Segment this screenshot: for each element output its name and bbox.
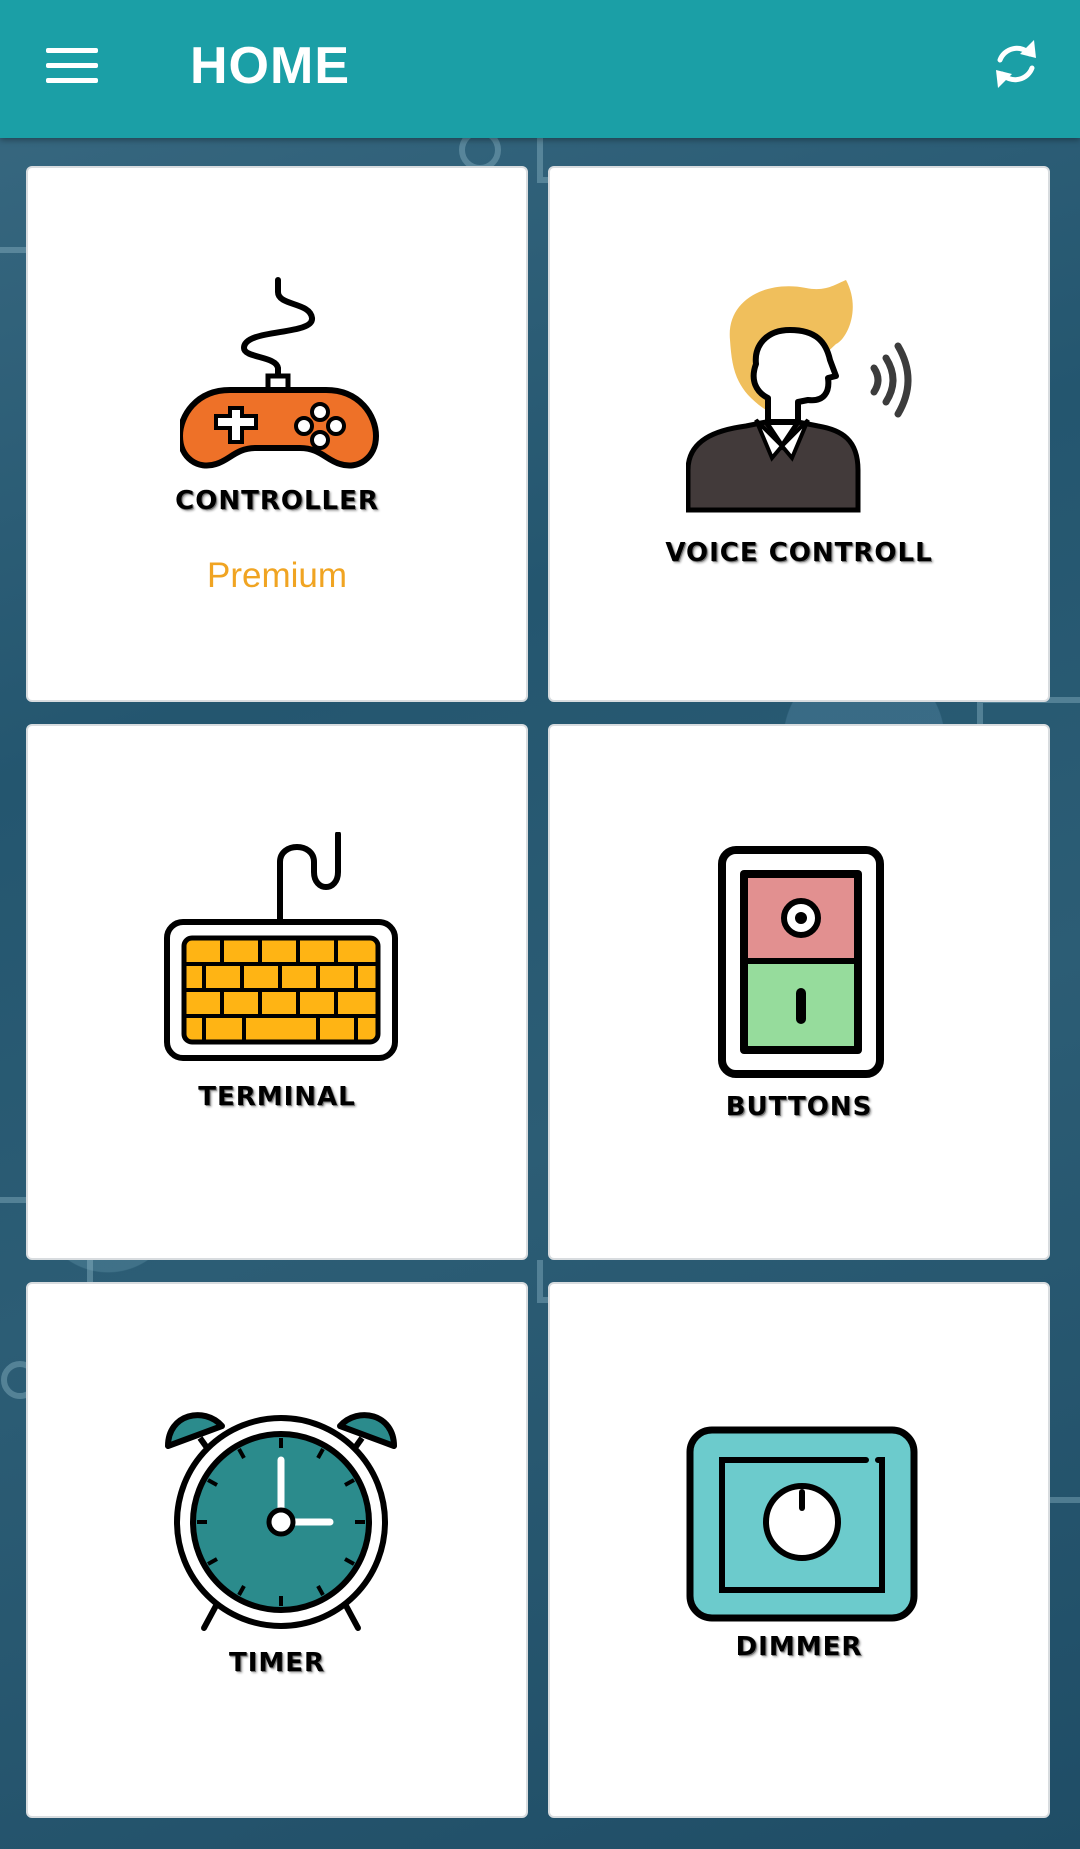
dimmer-knob-icon xyxy=(686,1426,918,1622)
terminal-card[interactable]: TERMINAL xyxy=(26,724,528,1260)
dimmer-label: DIMMER xyxy=(735,1632,863,1662)
gamepad-icon xyxy=(180,277,380,469)
terminal-label: TERMINAL xyxy=(198,1082,356,1112)
controller-label: CONTROLLER xyxy=(175,486,379,516)
speaking-person-icon xyxy=(686,280,912,513)
buttons-card[interactable]: BUTTONS xyxy=(548,724,1050,1260)
switch-icon xyxy=(718,846,884,1078)
voice-control-card[interactable]: VOICE CONTROLL xyxy=(548,166,1050,702)
hamburger-menu-icon[interactable] xyxy=(46,44,100,88)
timer-label: TIMER xyxy=(228,1648,326,1678)
page-title: HOME xyxy=(190,37,350,95)
voice-control-label: VOICE CONTROLL xyxy=(665,538,933,568)
keyboard-icon xyxy=(164,832,398,1061)
dimmer-card[interactable]: DIMMER xyxy=(548,1282,1050,1818)
app-bar: HOME xyxy=(0,0,1080,138)
buttons-label: BUTTONS xyxy=(725,1092,873,1122)
premium-badge: Premium xyxy=(206,556,348,595)
timer-card[interactable]: TIMER xyxy=(26,1282,528,1818)
refresh-icon[interactable] xyxy=(990,34,1042,94)
alarm-clock-icon xyxy=(165,1412,397,1631)
controller-card[interactable]: CONTROLLER Premium xyxy=(26,166,528,702)
